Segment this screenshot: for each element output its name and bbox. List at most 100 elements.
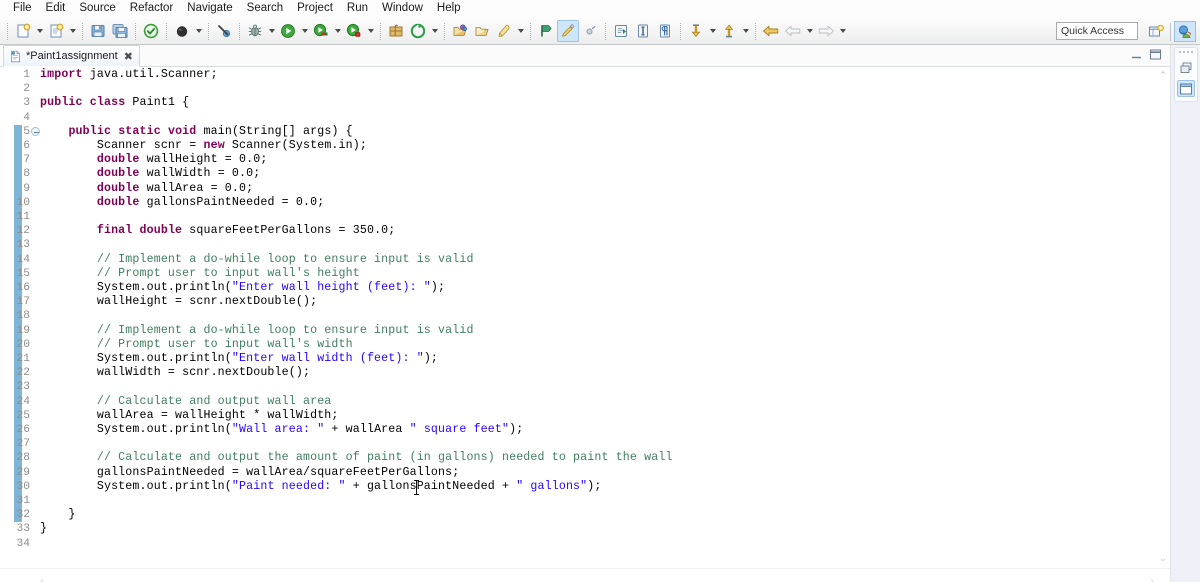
- menu-item-project[interactable]: Project: [290, 0, 340, 17]
- new-file-dropdown-arrow[interactable]: [34, 20, 45, 42]
- last-edit-location-icon[interactable]: [760, 20, 782, 42]
- new-java-class-dropdown-arrow[interactable]: [67, 20, 78, 42]
- code-line[interactable]: 18: [0, 309, 1155, 323]
- menu-item-help[interactable]: Help: [430, 0, 468, 17]
- open-resource-icon[interactable]: [471, 20, 493, 42]
- code-line[interactable]: 20 // Prompt user to input wall's width: [0, 338, 1155, 352]
- code-line[interactable]: 23: [0, 380, 1155, 394]
- skip-breakpoints-icon[interactable]: [213, 20, 235, 42]
- java-perspective-icon[interactable]: [1174, 21, 1196, 42]
- fold-collapse-icon[interactable]: [31, 127, 40, 137]
- pilcrow-icon[interactable]: [654, 20, 676, 42]
- code-line[interactable]: 24 // Calculate and output wall area: [0, 395, 1155, 409]
- code-line[interactable]: 10 double gallonsPaintNeeded = 0.0;: [0, 196, 1155, 210]
- code-line[interactable]: 12 final double squareFeetPerGallons = 3…: [0, 224, 1155, 238]
- code-line[interactable]: 15 // Prompt user to input wall's height: [0, 267, 1155, 281]
- scroll-right-icon[interactable]: ›: [1150, 571, 1154, 582]
- code-line[interactable]: 1 import java.util.Scanner;: [0, 68, 1155, 82]
- menu-item-navigate[interactable]: Navigate: [180, 0, 239, 17]
- code-line[interactable]: 25 wallArea = wallHeight * wallWidth;: [0, 409, 1155, 423]
- menu-item-search[interactable]: Search: [240, 0, 290, 17]
- run-icon[interactable]: [277, 20, 299, 42]
- profile-dropdown-arrow[interactable]: [365, 20, 376, 42]
- open-type-icon[interactable]: [407, 20, 429, 42]
- code-line[interactable]: 30 System.out.println("Paint needed: " +…: [0, 480, 1155, 494]
- debug-dropdown-arrow[interactable]: [266, 20, 277, 42]
- horizontal-scrollbar[interactable]: ‹ ›: [0, 568, 1170, 582]
- vertical-scrollbar[interactable]: ⌃ ⌄: [1156, 67, 1170, 568]
- next-annotation-dropdown-arrow[interactable]: [707, 20, 718, 42]
- code-line[interactable]: 21 System.out.println("Enter wall width …: [0, 352, 1155, 366]
- menu-item-source[interactable]: Source: [72, 0, 122, 17]
- coverage-dropdown-arrow[interactable]: [332, 20, 343, 42]
- search-dropdown-arrow[interactable]: [515, 20, 526, 42]
- profile-icon[interactable]: [343, 20, 365, 42]
- close-icon[interactable]: ✖: [124, 51, 133, 62]
- menu-item-window[interactable]: Window: [375, 0, 430, 17]
- forward-dropdown-arrow[interactable]: [837, 20, 848, 42]
- new-java-class-icon[interactable]: [45, 20, 67, 42]
- code-line[interactable]: 3 public class Paint1 {: [0, 96, 1155, 110]
- code-line[interactable]: 31: [0, 494, 1155, 508]
- code-line[interactable]: 27: [0, 437, 1155, 451]
- code-line[interactable]: 17 wallHeight = scnr.nextDouble();: [0, 295, 1155, 309]
- open-task-icon[interactable]: [449, 20, 471, 42]
- open-type-dropdown-arrow[interactable]: [429, 20, 440, 42]
- code-text-area[interactable]: 1 import java.util.Scanner; 2 3 public class…: [0, 67, 1155, 568]
- code-line[interactable]: 13: [0, 238, 1155, 252]
- code-line[interactable]: 34: [0, 537, 1155, 551]
- next-edit-icon[interactable]: [610, 20, 632, 42]
- code-line[interactable]: 28 // Calculate and output the amount of…: [0, 451, 1155, 465]
- new-package-icon[interactable]: [385, 20, 407, 42]
- code-line[interactable]: 4: [0, 111, 1155, 125]
- external-tools-icon[interactable]: [171, 20, 193, 42]
- save-icon[interactable]: [87, 20, 109, 42]
- code-line[interactable]: 29 gallonsPaintNeeded = wallArea/squareF…: [0, 466, 1155, 480]
- code-line[interactable]: 26 System.out.println("Wall area: " + wa…: [0, 423, 1155, 437]
- back-icon[interactable]: [782, 20, 804, 42]
- menu-item-edit[interactable]: Edit: [39, 0, 73, 17]
- menu-item-run[interactable]: Run: [340, 0, 375, 17]
- new-file-icon[interactable]: [12, 20, 34, 42]
- debug-icon[interactable]: [244, 20, 266, 42]
- code-line[interactable]: 9 double wallArea = 0.0;: [0, 182, 1155, 196]
- code-line[interactable]: 8 double wallWidth = 0.0;: [0, 167, 1155, 181]
- previous-annotation-dropdown-arrow[interactable]: [740, 20, 751, 42]
- drag-handle-icon[interactable]: [1179, 51, 1193, 53]
- menu-item-file[interactable]: File: [6, 0, 39, 17]
- menu-item-refactor[interactable]: Refactor: [123, 0, 180, 17]
- open-perspective-icon[interactable]: [1145, 21, 1167, 42]
- code-line[interactable]: 11: [0, 210, 1155, 224]
- scroll-down-icon[interactable]: ⌄: [1156, 552, 1170, 566]
- previous-annotation-up-icon[interactable]: [718, 20, 740, 42]
- code-line[interactable]: 22 wallWidth = scnr.nextDouble();: [0, 366, 1155, 380]
- external-tools-dropdown-arrow[interactable]: [193, 20, 204, 42]
- maximize-icon[interactable]: [1149, 48, 1162, 61]
- forward-icon[interactable]: [815, 20, 837, 42]
- search-icon[interactable]: [493, 20, 515, 42]
- java-editor-view-icon[interactable]: [1177, 80, 1195, 97]
- code-line[interactable]: 32 }: [0, 508, 1155, 522]
- run-dropdown-arrow[interactable]: [299, 20, 310, 42]
- scroll-left-icon[interactable]: ‹: [40, 571, 44, 582]
- editor-tab-paint1assignment[interactable]: *Paint1assignment ✖: [3, 45, 140, 67]
- code-editor[interactable]: 1 import java.util.Scanner; 2 3 public class…: [0, 67, 1170, 568]
- code-line[interactable]: 19 // Implement a do-while loop to ensur…: [0, 324, 1155, 338]
- minimize-icon[interactable]: [1130, 48, 1143, 61]
- code-line[interactable]: 5 public static void main(String[] args)…: [0, 125, 1155, 139]
- code-line[interactable]: 6 Scanner scnr = new Scanner(System.in);: [0, 139, 1155, 153]
- show-whitespace-icon[interactable]: [632, 20, 654, 42]
- next-annotation-icon[interactable]: [685, 20, 707, 42]
- code-line[interactable]: 33}: [0, 522, 1155, 536]
- coverage-icon[interactable]: [310, 20, 332, 42]
- code-line[interactable]: 16 System.out.println("Enter wall height…: [0, 281, 1155, 295]
- validate-icon[interactable]: [140, 20, 162, 42]
- toggle-markoccurrences-icon[interactable]: [557, 20, 579, 42]
- code-line[interactable]: 2: [0, 82, 1155, 96]
- code-line[interactable]: 14 // Implement a do-while loop to ensur…: [0, 253, 1155, 267]
- code-line[interactable]: 7 double wallHeight = 0.0;: [0, 153, 1155, 167]
- quick-access-input[interactable]: Quick Access: [1056, 22, 1138, 40]
- restore-view-icon[interactable]: [1177, 59, 1195, 76]
- restore-icon[interactable]: [579, 20, 601, 42]
- previous-annotation-icon[interactable]: [535, 20, 557, 42]
